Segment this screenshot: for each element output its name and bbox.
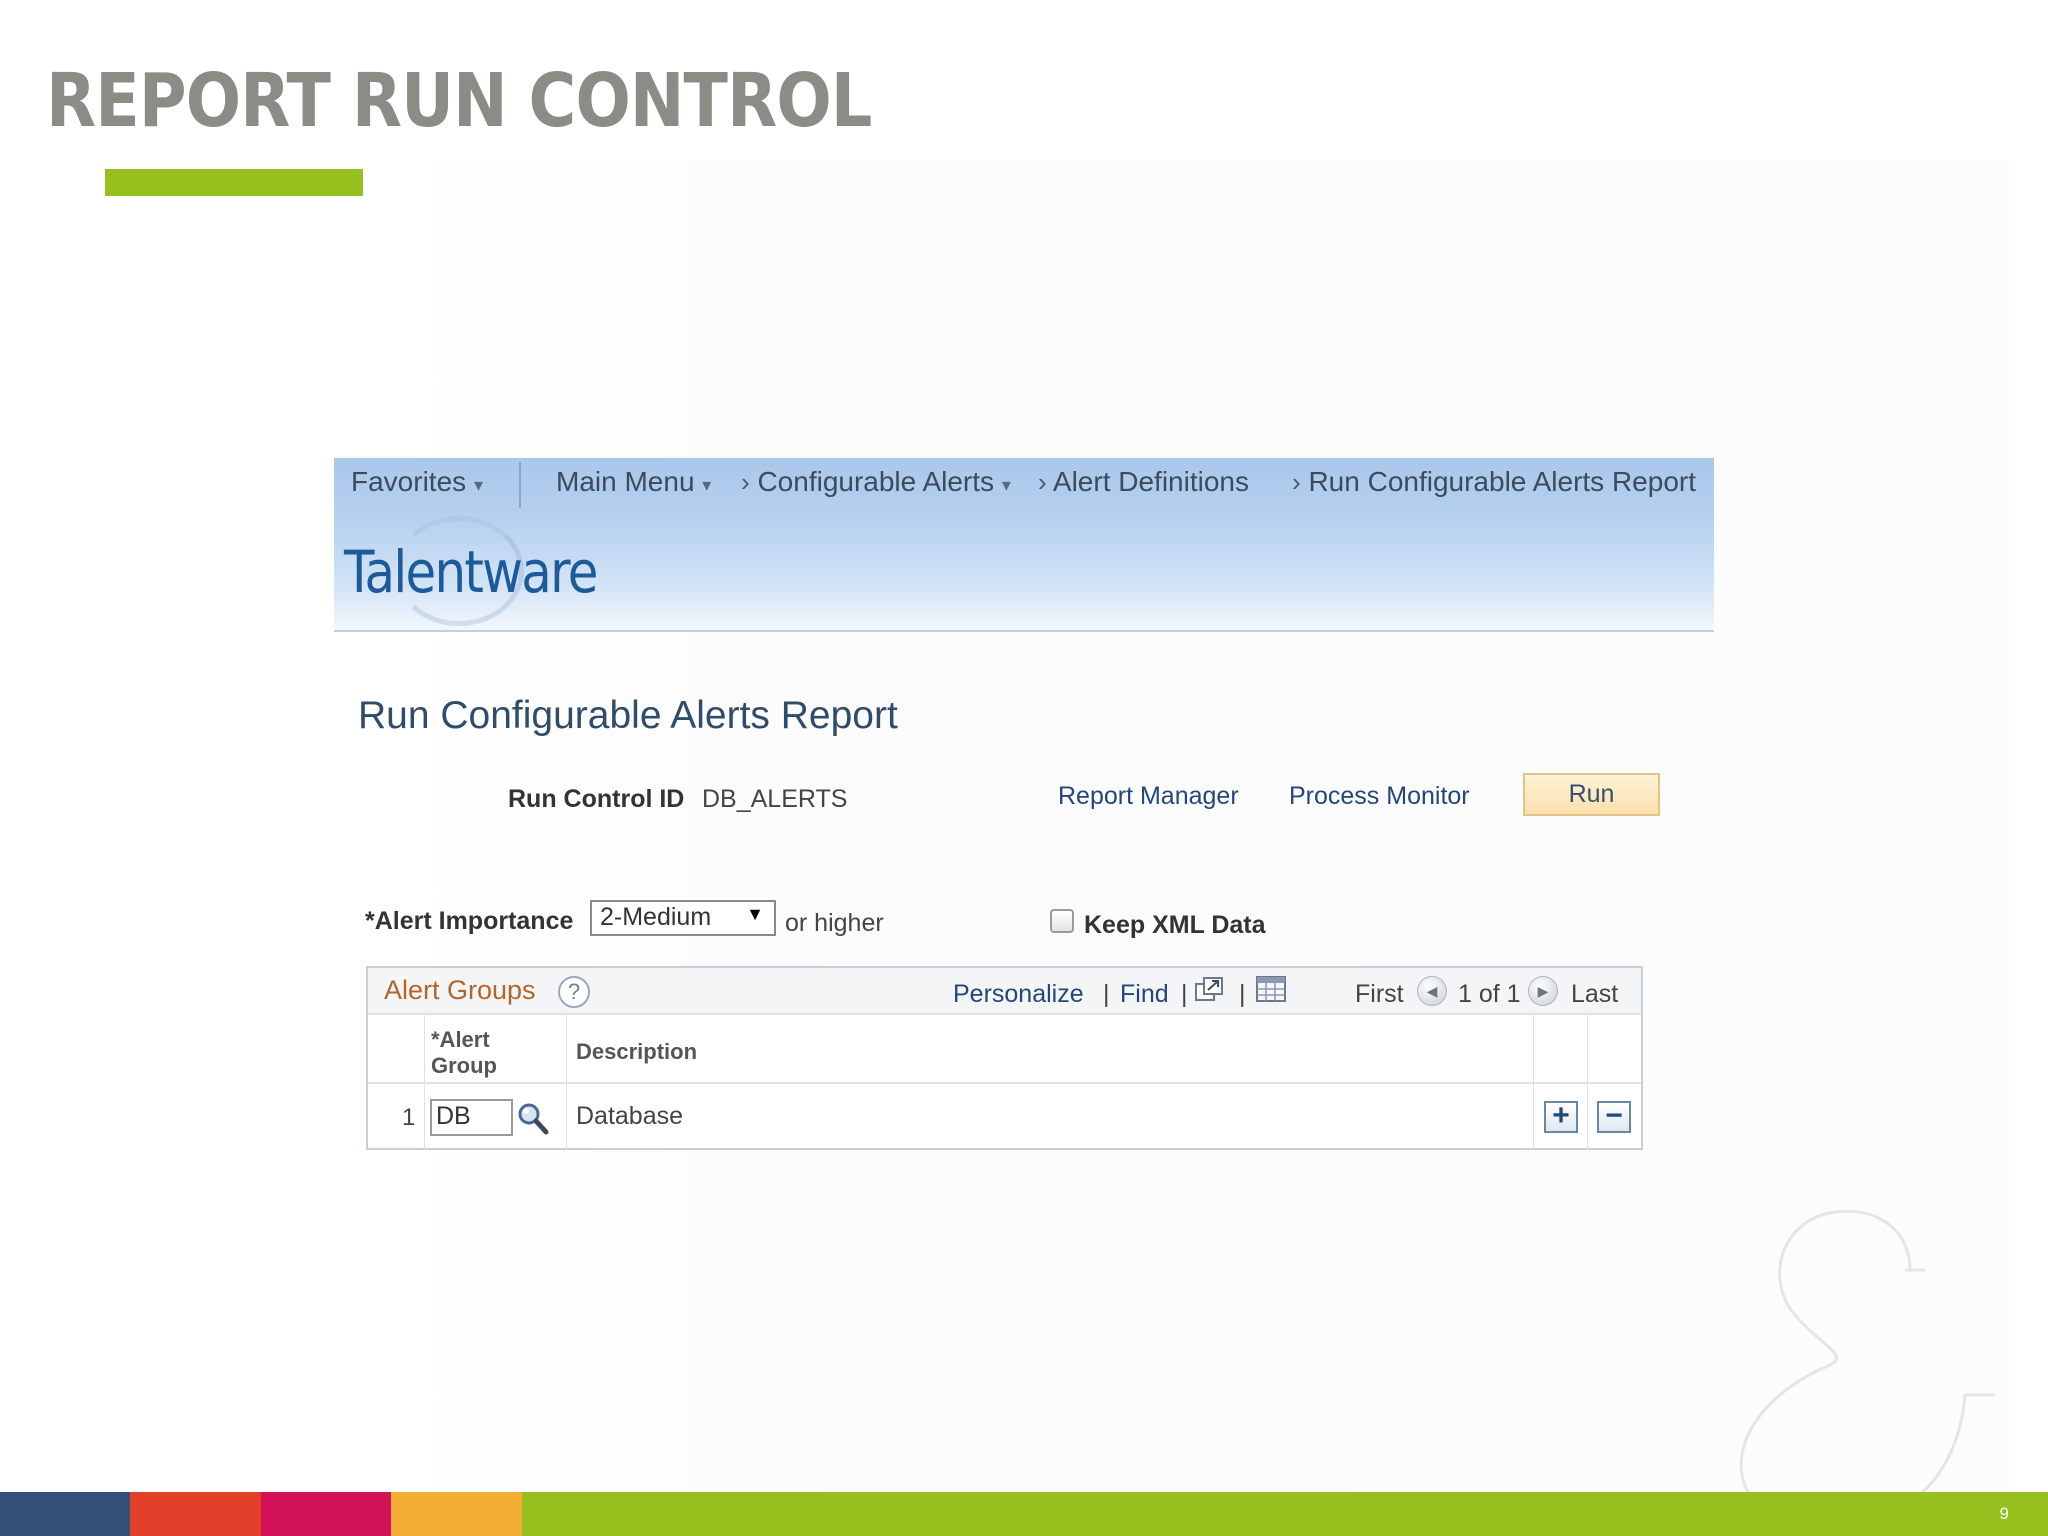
keep-xml-checkbox[interactable] [1050,909,1074,933]
app-header: Favorites ▾ Main Menu ▾ › Configurable A… [334,458,1714,632]
main-menu[interactable]: Main Menu ▾ [556,466,711,498]
bar-segment [261,1492,391,1536]
grid-title: Alert Groups [384,975,536,1005]
process-monitor-link[interactable]: Process Monitor [1289,782,1470,811]
column-divider [566,1015,567,1150]
navbar: Favorites ▾ Main Menu ▾ › Configurable A… [334,458,1714,508]
download-grid-icon[interactable] [1255,974,1287,1004]
breadcrumb-configurable-alerts[interactable]: › Configurable Alerts ▾ [741,466,1011,498]
alert-groups-grid: Alert Groups ? Personalize | Find | | Fi… [366,966,1643,1150]
next-icon[interactable]: ▶ [1528,976,1558,1006]
alert-importance-select[interactable]: 2-Medium ▼ [590,900,776,936]
run-control-id-label: Run Control ID [508,785,685,813]
personalize-link[interactable]: Personalize [953,980,1084,1009]
separator: | [1181,980,1188,1008]
bar-segment [130,1492,261,1536]
previous-icon[interactable]: ◀ [1417,976,1447,1006]
column-divider [1533,1015,1534,1150]
talentware-logo: Talentware [344,538,598,606]
column-header-description: Description [576,1039,698,1064]
column-header-alert-group: *Alert Group [431,1027,497,1079]
keep-xml-label: Keep XML Data [1084,911,1266,939]
page-number: 9 [1999,1504,2009,1523]
nav-divider [519,462,521,508]
breadcrumb-label: Run Configurable Alerts Report [1308,466,1696,497]
breadcrumb-label: Alert Definitions [1052,466,1249,497]
main-menu-label: Main Menu [556,466,695,497]
dropdown-arrow-icon: ▼ [746,904,764,924]
column-divider [424,1015,425,1150]
report-manager-link[interactable]: Report Manager [1058,782,1239,811]
last-label[interactable]: Last [1571,980,1618,1009]
lookup-search-icon[interactable] [516,1100,550,1136]
chevron-right-icon: › [1038,467,1047,497]
breadcrumb-label: Configurable Alerts [757,466,995,497]
chevron-down-icon: ▾ [473,475,483,495]
title-underline [105,169,363,196]
separator: | [1239,980,1246,1008]
bottom-color-bar [0,1492,2048,1536]
breadcrumb-run-report[interactable]: › Run Configurable Alerts Report [1292,466,1696,498]
find-link[interactable]: Find [1120,980,1169,1009]
first-label[interactable]: First [1355,980,1404,1009]
breadcrumb-alert-definitions[interactable]: › Alert Definitions [1038,466,1249,498]
column-divider [1587,1015,1588,1150]
run-button[interactable]: Run [1523,773,1660,816]
favorites-menu[interactable]: Favorites ▾ [351,466,483,498]
description-value: Database [576,1102,684,1130]
chevron-down-icon: ▾ [1001,475,1011,495]
alert-importance-value: 2-Medium [600,903,712,931]
chevron-right-icon: › [741,467,750,497]
slide-title: REPORT RUN CONTROL [46,58,872,144]
favorites-label: Favorites [351,466,467,497]
alert-importance-label: *Alert Importance [365,907,574,935]
alert-group-input[interactable]: DB [430,1099,513,1136]
bar-segment [0,1492,130,1536]
delete-row-button[interactable]: − [1597,1101,1631,1133]
page-title: Run Configurable Alerts Report [358,694,898,737]
chevron-right-icon: › [1292,467,1301,497]
row-number: 1 [402,1104,416,1131]
ampersand-watermark [1739,1209,1995,1528]
row-range: 1 of 1 [1458,980,1521,1008]
help-icon[interactable]: ? [558,976,590,1008]
bar-segment [391,1492,522,1536]
add-row-button[interactable]: + [1544,1101,1578,1133]
or-higher-text: or higher [785,909,884,937]
chevron-down-icon: ▾ [702,475,712,495]
bar-segment [522,1492,2048,1536]
column-header-row: *Alert Group Description [368,1015,1641,1084]
view-all-icon[interactable] [1194,976,1224,1004]
column-header-line: Group [431,1053,497,1078]
run-control-id-value: DB_ALERTS [702,785,848,813]
separator: | [1103,980,1110,1008]
grid-header: Alert Groups ? Personalize | Find | | Fi… [368,968,1641,1015]
column-header-line: *Alert [431,1027,490,1052]
